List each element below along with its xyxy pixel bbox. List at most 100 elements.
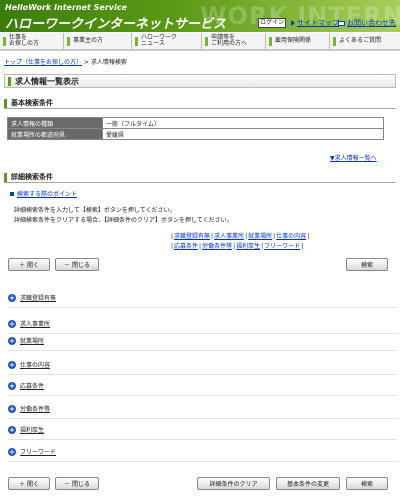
section-requirements[interactable]: + 応募条件 xyxy=(8,381,44,390)
contact-link[interactable]: お問い合わせ先 xyxy=(338,18,396,28)
detail-criteria-heading-text: 詳細検索条件 xyxy=(11,173,53,181)
nav-employment-insurance[interactable]: 雇用保険関係 xyxy=(266,33,330,49)
brand-japanese[interactable]: ハローワークインターネットサービス xyxy=(5,13,226,32)
nav-applications[interactable]: 申請等を ご利用の方へ xyxy=(202,33,266,49)
open-all-button-bottom[interactable]: ＋ 開く xyxy=(8,477,50,490)
nav-label: ハローワーク ニュース xyxy=(141,34,178,47)
nav-mark xyxy=(3,36,6,46)
nav-label: 仕事を お探しの方 xyxy=(9,34,40,47)
close-all-button-bottom[interactable]: － 閉じる xyxy=(55,477,99,490)
section-divider xyxy=(8,350,397,351)
job-list-link[interactable]: ▼求人情報一覧へ xyxy=(330,153,377,162)
breadcrumb-current: 求人情報検索 xyxy=(90,59,127,66)
jump-link[interactable]: フリーワード xyxy=(264,243,300,250)
criteria-label: 求人情報の種類 xyxy=(7,117,103,129)
instruction-line: 詳細検索条件をクリアする場合、【詳細条件のクリア】ボタンを押してください。 xyxy=(14,217,233,224)
breadcrumb-top-link[interactable]: トップ（仕事をお探しの方） xyxy=(4,59,82,66)
section-benefits[interactable]: + 福利厚生 xyxy=(8,425,44,434)
nav-faq[interactable]: よくあるご質問 xyxy=(330,33,400,49)
section-label[interactable]: 労働条件等 xyxy=(20,404,50,413)
jump-link[interactable]: 福利厚生 xyxy=(236,243,260,250)
jump-row: |求職登録有無|求人事業所|就業場所|仕事の内容| xyxy=(170,232,309,242)
section-divider xyxy=(8,418,397,419)
section-labor-conditions[interactable]: + 労働条件等 xyxy=(8,404,50,413)
heading-bar xyxy=(4,172,7,182)
section-label[interactable]: 就業場所 xyxy=(20,336,44,345)
jump-link[interactable]: 就業場所 xyxy=(248,233,272,240)
nav-label: 雇用保険関係 xyxy=(275,37,312,44)
contact-label: お問い合わせ先 xyxy=(347,19,396,27)
section-employer[interactable]: + 求人事業所 xyxy=(8,319,50,328)
nav-news[interactable]: ハローワーク ニュース xyxy=(132,33,202,49)
arrow-right-icon xyxy=(291,20,295,26)
heading-bar xyxy=(4,98,7,108)
basic-criteria-table: 求人情報の種類 一般（フルタイム） 就業場所の都道府県 愛媛県 xyxy=(7,117,384,140)
table-row: 求人情報の種類 一般（フルタイム） xyxy=(7,117,384,129)
jump-separator: | xyxy=(261,243,264,250)
jump-link[interactable]: 求職登録有無 xyxy=(174,233,210,240)
section-divider xyxy=(8,461,397,462)
jump-link[interactable]: 仕事の内容 xyxy=(276,233,306,240)
nav-mark xyxy=(269,36,272,46)
search-button-bottom[interactable]: 検索 xyxy=(346,477,388,490)
basic-criteria-heading-text: 基本検索条件 xyxy=(11,99,53,107)
nav-label: よくあるご質問 xyxy=(339,37,382,44)
login-button[interactable]: ログイン xyxy=(258,18,286,28)
section-divider xyxy=(8,307,397,308)
search-tips-link[interactable]: 検索する際のポイント xyxy=(17,189,77,198)
close-all-button[interactable]: － 閉じる xyxy=(55,258,99,271)
section-label[interactable]: 応募条件 xyxy=(20,381,44,390)
mail-icon xyxy=(338,20,345,26)
jump-separator: | xyxy=(273,233,276,240)
jump-separator: | xyxy=(199,243,202,250)
open-all-button[interactable]: ＋ 開く xyxy=(8,258,50,271)
search-tips[interactable]: 検索する際のポイント xyxy=(10,189,77,198)
jump-separator: | xyxy=(307,233,310,240)
criteria-label: 就業場所の都道府県 xyxy=(7,128,103,140)
section-divider xyxy=(8,374,397,375)
jump-link[interactable]: 労働条件等 xyxy=(202,243,232,250)
page-title: 求人情報一覧表示 xyxy=(4,74,396,88)
nav-job-seekers[interactable]: 仕事を お探しの方 xyxy=(0,33,64,49)
jump-separator: | xyxy=(171,243,174,250)
expand-plus-icon: + xyxy=(8,293,16,302)
nav-mark xyxy=(67,36,70,46)
nav-label: 申請等を ご利用の方へ xyxy=(211,34,248,47)
section-divider xyxy=(8,333,397,334)
section-label[interactable]: 求人事業所 xyxy=(20,319,50,328)
jump-link[interactable]: 応募条件 xyxy=(174,243,198,250)
jump-link[interactable]: 求人事業所 xyxy=(214,233,244,240)
basic-criteria-heading: 基本検索条件 xyxy=(4,98,396,109)
section-label[interactable]: 求職登録有無 xyxy=(20,293,56,302)
expand-plus-icon: + xyxy=(8,404,16,413)
jump-separator: | xyxy=(301,243,304,250)
detail-criteria-heading: 詳細検索条件 xyxy=(4,172,396,183)
nav-mark xyxy=(135,36,138,46)
section-workplace[interactable]: + 就業場所 xyxy=(8,336,44,345)
instruction-line: 詳細検索条件を入力して【検索】ボタンを押してください。 xyxy=(14,207,176,214)
site-header: WORK INTERNE HelloWork Internet Service … xyxy=(0,0,400,32)
expand-plus-icon: + xyxy=(8,425,16,434)
section-free-word[interactable]: + フリーワード xyxy=(8,447,56,456)
criteria-value: 一般（フルタイム） xyxy=(102,117,384,129)
section-job-content[interactable]: + 仕事の内容 xyxy=(8,360,50,369)
nav-mark xyxy=(333,36,336,46)
jump-separator: | xyxy=(233,243,236,250)
instructions: 詳細検索条件を入力して【検索】ボタンを押してください。 詳細検索条件をクリアする… xyxy=(14,206,233,226)
title-bar xyxy=(8,76,11,86)
section-registration[interactable]: + 求職登録有無 xyxy=(8,293,56,302)
clear-detail-button[interactable]: 詳細条件のクリア xyxy=(197,477,270,490)
section-label[interactable]: 福利厚生 xyxy=(20,425,44,434)
section-label[interactable]: フリーワード xyxy=(20,447,56,456)
search-button[interactable]: 検索 xyxy=(346,258,388,271)
sitemap-link[interactable]: サイトマップ xyxy=(291,18,339,28)
change-basic-button[interactable]: 基本条件の変更 xyxy=(276,477,340,490)
nav-employers[interactable]: 事業主の方 xyxy=(64,33,132,49)
section-divider xyxy=(8,395,397,396)
global-nav: 仕事を お探しの方 事業主の方 ハローワーク ニュース 申請等を ご利用の方へ … xyxy=(0,33,400,51)
breadcrumb: トップ（仕事をお探しの方） > 求人情報検索 xyxy=(4,57,127,66)
jump-separator: | xyxy=(245,233,248,240)
jump-separator: | xyxy=(171,233,174,240)
section-label[interactable]: 仕事の内容 xyxy=(20,360,50,369)
section-divider xyxy=(8,439,397,440)
